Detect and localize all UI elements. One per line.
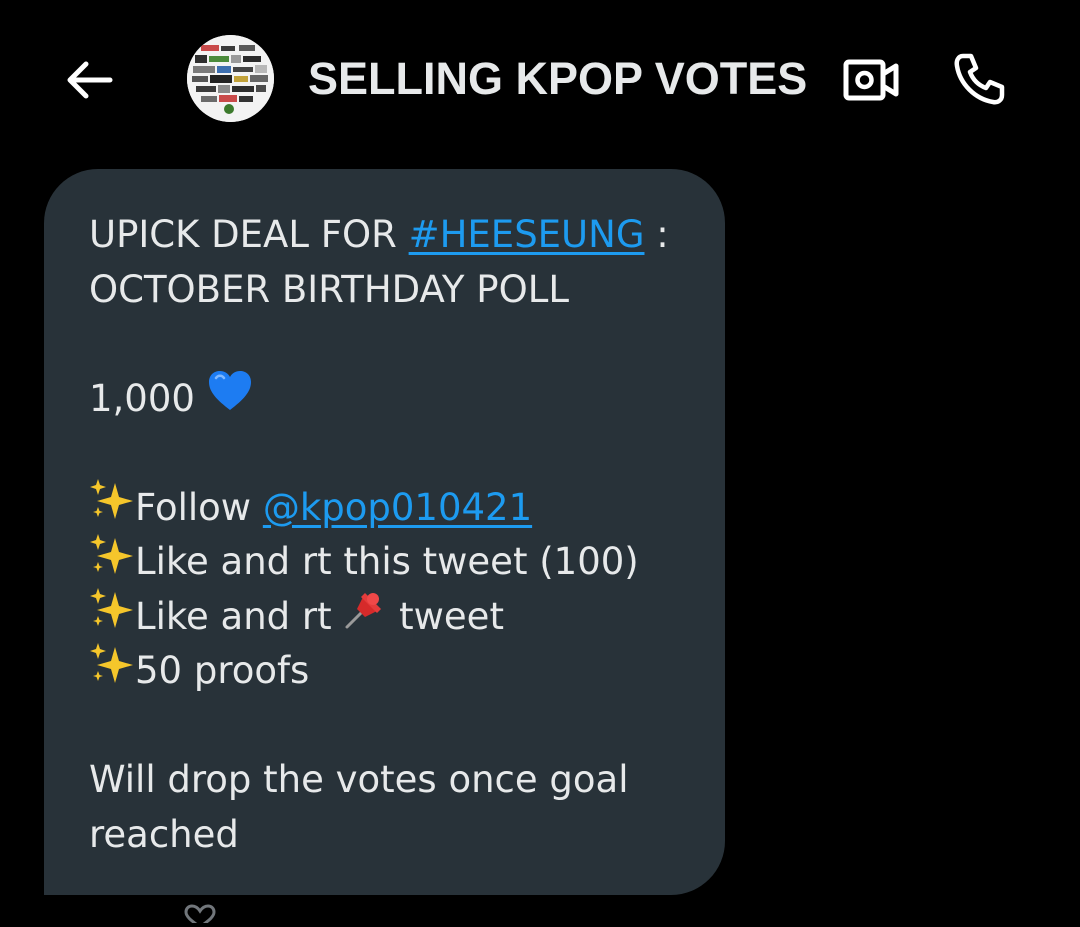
requirement-item: Like and rt tweet	[89, 587, 695, 647]
pushpin-icon	[343, 587, 387, 647]
video-call-button[interactable]	[838, 50, 904, 110]
message-line: OCTOBER BIRTHDAY POLL	[89, 263, 695, 318]
requirement-item: Like and rt this tweet (100)	[89, 533, 695, 590]
conversation-title: SELLING KPOP VOTES	[308, 53, 808, 104]
follow-text: Follow	[135, 485, 263, 529]
price-text: 1,000	[89, 376, 195, 420]
reaction-heart-icon[interactable]	[180, 903, 220, 927]
requirement-item: 50 proofs	[89, 642, 695, 699]
message-bubble[interactable]: UPICK DEAL FOR #HEESEUNG : OCTOBER BIRTH…	[44, 169, 725, 895]
sparkles-icon	[89, 641, 135, 703]
message-line: reached	[89, 808, 695, 863]
phone-icon	[954, 53, 1005, 105]
sparkles-icon	[89, 586, 135, 648]
video-call-icon	[843, 59, 899, 101]
message-line: Will drop the votes once goal	[89, 753, 695, 808]
hashtag-link[interactable]: #HEESEUNG	[409, 208, 645, 263]
message-line: 1,000	[89, 370, 695, 428]
like-rt-pinned-text: Like and rt	[135, 594, 344, 638]
like-rt-text: Like and rt this tweet (100)	[135, 540, 639, 583]
requirement-item: Follow @kpop010421	[89, 479, 695, 536]
arrow-left-icon	[67, 61, 113, 99]
closing-text-2: reached	[89, 812, 239, 856]
message-text: UPICK DEAL FOR #HEESEUNG : OCTOBER BIRTH…	[89, 208, 695, 862]
message-line: UPICK DEAL FOR #HEESEUNG :	[89, 208, 695, 263]
proofs-text: 50 proofs	[135, 649, 310, 692]
mention-link[interactable]: @kpop010421	[263, 481, 532, 536]
blue-heart-icon	[207, 370, 253, 428]
poll-name: OCTOBER BIRTHDAY POLL	[89, 267, 569, 311]
tweet-word: tweet	[387, 594, 504, 638]
sparkles-icon	[89, 532, 135, 594]
deal-prefix: UPICK DEAL FOR	[89, 213, 409, 256]
voice-call-button[interactable]	[946, 48, 1012, 110]
back-button[interactable]	[58, 50, 118, 110]
avatar[interactable]	[187, 35, 274, 122]
deal-suffix: :	[644, 213, 669, 256]
sparkles-icon	[89, 477, 135, 539]
avatar-collage-image	[187, 35, 274, 122]
conversation-header: SELLING KPOP VOTES	[0, 0, 1080, 160]
closing-text-1: Will drop the votes once goal	[89, 758, 629, 801]
